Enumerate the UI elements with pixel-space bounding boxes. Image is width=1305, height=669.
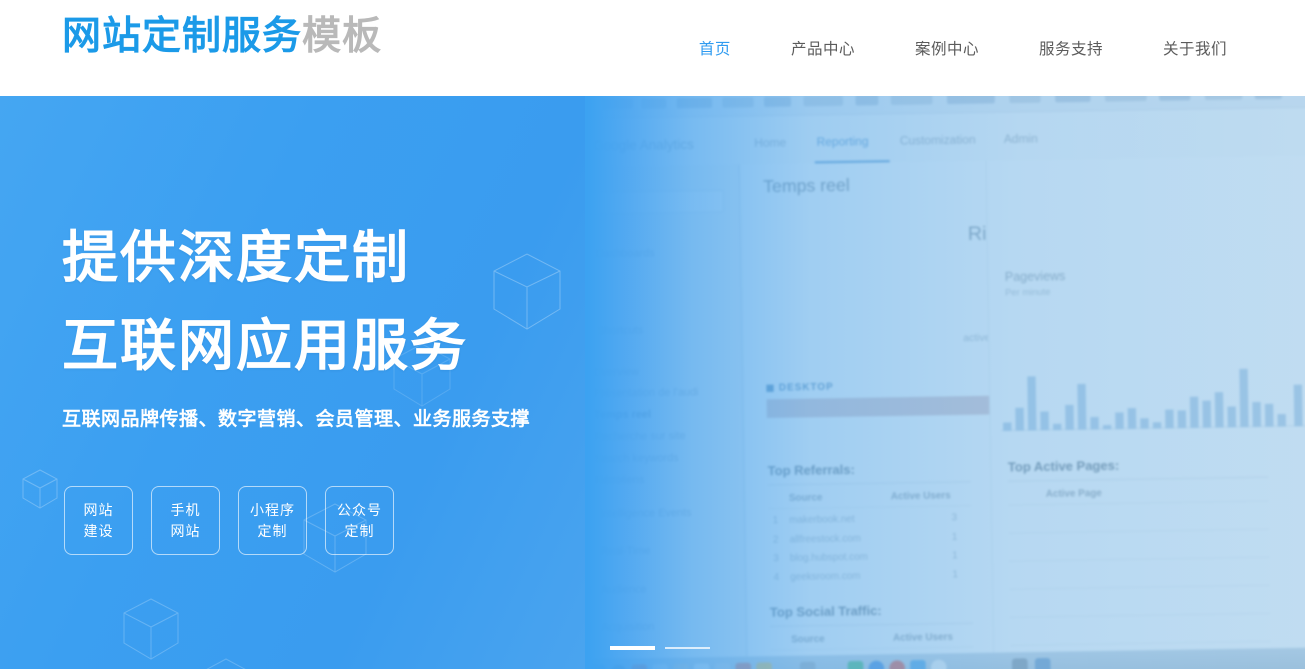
service-tag-label-line2: 建设 bbox=[83, 522, 114, 539]
carousel-indicator-2[interactable] bbox=[665, 647, 710, 649]
service-tag-label-line2: 定制 bbox=[257, 522, 288, 539]
service-tag-label-line1: 小程序 bbox=[250, 501, 295, 518]
service-tag-official-account[interactable]: 公众号 定制 bbox=[325, 486, 394, 555]
service-tag-label-line2: 定制 bbox=[344, 522, 375, 539]
nav-item-support[interactable]: 服务支持 bbox=[1009, 31, 1133, 65]
hero-content: 提供深度定制 互联网应用服务 互联网品牌传播、数字营销、会员管理、业务服务支撑 … bbox=[0, 96, 1305, 669]
logo-secondary-text: 模板 bbox=[302, 15, 383, 58]
nav-item-cases[interactable]: 案例中心 bbox=[885, 31, 1009, 65]
nav-item-products[interactable]: 产品中心 bbox=[761, 31, 885, 65]
main-navigation: 首页 产品中心 案例中心 服务支持 关于我们 bbox=[669, 0, 1257, 96]
carousel-indicators bbox=[610, 646, 710, 650]
service-tag-miniprogram[interactable]: 小程序 定制 bbox=[238, 486, 307, 555]
nav-item-about[interactable]: 关于我们 bbox=[1133, 31, 1257, 65]
service-tag-mobile[interactable]: 手机 网站 bbox=[151, 486, 220, 555]
page-root: 网站定制服务模板 首页 产品中心 案例中心 服务支持 关于我们 提供深度定制 互… bbox=[0, 0, 1305, 669]
service-tag-label-line1: 网站 bbox=[83, 501, 114, 518]
logo-primary-text: 网站定制服务 bbox=[62, 15, 303, 58]
carousel-indicator-1[interactable] bbox=[610, 646, 655, 650]
hero-headline-line-1: 提供深度定制 bbox=[62, 226, 410, 289]
service-tag-label-line1: 公众号 bbox=[337, 501, 382, 518]
service-tag-label-line1: 手机 bbox=[170, 501, 201, 518]
hero-service-tags: 网站 建设 手机 网站 小程序 定制 公众号 定制 bbox=[64, 486, 394, 555]
service-tag-website[interactable]: 网站 建设 bbox=[64, 486, 133, 555]
site-logo[interactable]: 网站定制服务模板 bbox=[62, 14, 382, 60]
nav-item-home[interactable]: 首页 bbox=[669, 31, 761, 65]
service-tag-label-line2: 网站 bbox=[170, 522, 201, 539]
site-header: 网站定制服务模板 首页 产品中心 案例中心 服务支持 关于我们 bbox=[0, 0, 1305, 96]
hero-banner: Google Analytics Home Reporting Customiz… bbox=[0, 96, 1305, 669]
hero-subtitle: 互联网品牌传播、数字营销、会员管理、业务服务支撑 bbox=[62, 409, 531, 430]
hero-headline-line-2: 互联网应用服务 bbox=[62, 314, 468, 377]
